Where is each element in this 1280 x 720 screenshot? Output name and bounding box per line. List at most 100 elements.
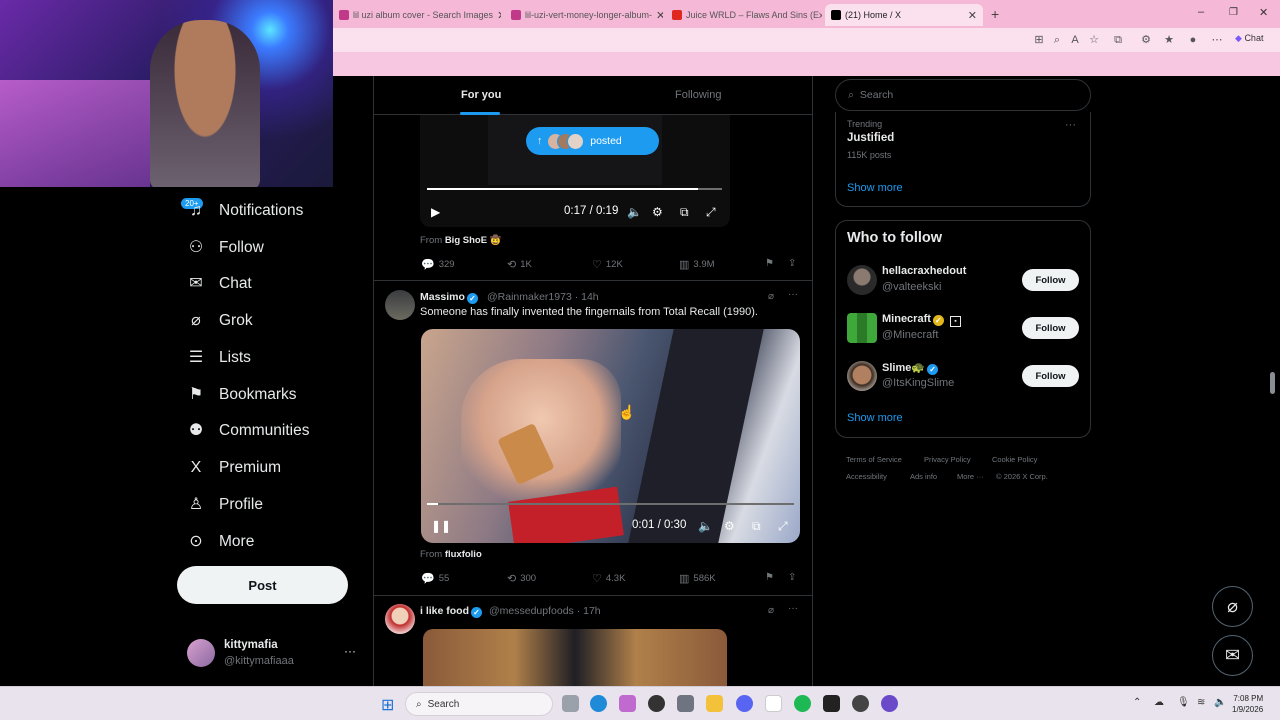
- copilot-icon[interactable]: [619, 695, 636, 712]
- scrollbar-thumb[interactable]: [1270, 372, 1275, 394]
- store-icon[interactable]: [677, 695, 694, 712]
- taskbar-search[interactable]: ⌕ Search: [405, 692, 553, 716]
- bookmark-icon[interactable]: ⚑: [765, 572, 774, 583]
- video-progress-bar[interactable]: [427, 503, 794, 505]
- extensions-icon[interactable]: ⚙: [1139, 33, 1153, 47]
- share-icon[interactable]: ⇪: [788, 258, 796, 269]
- pause-icon[interactable]: ❚❚: [431, 519, 451, 533]
- epic-games-icon[interactable]: [823, 695, 840, 712]
- grok-icon[interactable]: ⌀: [768, 291, 774, 302]
- tab-for-you[interactable]: For you: [461, 89, 501, 101]
- sidebar-item-more[interactable]: ⊙ More: [187, 527, 254, 557]
- post-more-icon[interactable]: ···: [788, 289, 798, 300]
- grok-fab-button[interactable]: ⌀: [1212, 586, 1253, 627]
- volume-icon[interactable]: 🔈: [698, 519, 713, 533]
- reader-icon[interactable]: ⊞: [1032, 33, 1046, 47]
- avatar[interactable]: [847, 361, 877, 391]
- trend-more-icon[interactable]: ···: [1065, 119, 1076, 131]
- copilot-chat-button[interactable]: ◆ Chat: [1235, 33, 1263, 44]
- sidebar-item-chat[interactable]: ✉ Chat: [187, 269, 251, 299]
- reply-button[interactable]: 💬 329: [421, 258, 455, 271]
- app-icon[interactable]: [881, 695, 898, 712]
- footer-link[interactable]: More ···: [957, 472, 984, 481]
- minimize-button[interactable]: –: [1198, 6, 1204, 18]
- app-icon[interactable]: [648, 695, 665, 712]
- speaker-icon[interactable]: 🔈: [1214, 697, 1226, 708]
- favorites-icon[interactable]: ★: [1162, 33, 1176, 47]
- avatar[interactable]: [385, 290, 415, 320]
- views-button[interactable]: ▥ 586K: [679, 572, 716, 585]
- volume-icon[interactable]: 🔈: [627, 205, 642, 219]
- video-source[interactable]: From Big ShoE 🤠: [420, 235, 502, 246]
- messages-fab-button[interactable]: ✉: [1212, 635, 1253, 676]
- like-button[interactable]: ♡ 4.3K: [592, 572, 625, 585]
- close-icon[interactable]: ✕: [968, 9, 977, 22]
- zoom-icon[interactable]: ⌕: [1050, 33, 1064, 47]
- sidebar-item-bookmarks[interactable]: ⚑ Bookmarks: [187, 380, 297, 410]
- pip-icon[interactable]: ⧉: [752, 519, 761, 534]
- read-aloud-icon[interactable]: A: [1068, 33, 1082, 47]
- follow-button[interactable]: Follow: [1022, 269, 1079, 291]
- favorite-star-icon[interactable]: ☆: [1087, 33, 1101, 47]
- suggestion-name[interactable]: Minecraft ✓ ▪: [882, 313, 961, 327]
- post-author[interactable]: Massimo ✓: [420, 291, 478, 304]
- tab-following[interactable]: Following: [675, 89, 721, 101]
- maximize-button[interactable]: ❐: [1229, 7, 1238, 18]
- account-name[interactable]: kittymafia: [224, 639, 278, 651]
- close-icon[interactable]: ✕: [497, 9, 501, 22]
- sidebar-item-profile[interactable]: ♙ Profile: [187, 490, 263, 520]
- post-author[interactable]: i like food ✓: [420, 605, 483, 618]
- menu-icon[interactable]: ⋯: [1210, 33, 1224, 47]
- browser-tab-active[interactable]: (21) Home / X ✕: [825, 4, 983, 26]
- sidebar-item-lists[interactable]: ☰ Lists: [187, 343, 251, 373]
- wifi-icon[interactable]: ≋: [1197, 697, 1205, 708]
- obs-icon[interactable]: [852, 695, 869, 712]
- show-more-link[interactable]: Show more: [847, 182, 903, 194]
- sidebar-item-communities[interactable]: ⚉ Communities: [187, 416, 310, 446]
- onedrive-icon[interactable]: ☁: [1154, 697, 1164, 708]
- sidebar-item-grok[interactable]: ⌀ Grok: [187, 306, 252, 336]
- settings-icon[interactable]: ⚙: [724, 519, 735, 533]
- video-source[interactable]: From fluxfolio: [420, 549, 482, 560]
- account-more-button[interactable]: ···: [344, 644, 356, 658]
- video-player[interactable]: [423, 629, 727, 686]
- follow-button[interactable]: Follow: [1022, 365, 1079, 387]
- tray-chevron-icon[interactable]: ⌃: [1133, 697, 1141, 708]
- share-icon[interactable]: ⇪: [788, 572, 796, 583]
- settings-icon[interactable]: ⚙: [652, 205, 663, 219]
- repost-button[interactable]: ⟲ 300: [507, 572, 536, 585]
- spotify-icon[interactable]: [794, 695, 811, 712]
- fullscreen-icon[interactable]: ⤢: [778, 519, 788, 534]
- avatar[interactable]: [847, 313, 877, 343]
- split-screen-icon[interactable]: ⧉: [1111, 33, 1125, 47]
- file-explorer-icon[interactable]: [706, 695, 723, 712]
- sidebar-item-premium[interactable]: X Premium: [187, 453, 281, 483]
- discord-icon[interactable]: [736, 695, 753, 712]
- profile-icon[interactable]: ●: [1186, 33, 1200, 47]
- suggestion-name[interactable]: Slime🐢 ✓: [882, 361, 939, 375]
- footer-link[interactable]: Privacy Policy: [924, 455, 971, 464]
- sidebar-item-follow[interactable]: ⚇ Follow: [187, 233, 264, 263]
- play-icon[interactable]: ▶: [431, 205, 440, 219]
- avatar[interactable]: [385, 604, 415, 634]
- like-button[interactable]: ♡ 12K: [592, 258, 623, 271]
- task-view-icon[interactable]: [562, 695, 579, 712]
- close-icon[interactable]: ✕: [656, 9, 663, 22]
- footer-link[interactable]: Cookie Policy: [992, 455, 1037, 464]
- reply-button[interactable]: 💬 55: [421, 572, 449, 585]
- follow-button[interactable]: Follow: [1022, 317, 1079, 339]
- grok-icon[interactable]: ⌀: [768, 605, 774, 616]
- close-window-button[interactable]: ✕: [1259, 6, 1268, 19]
- footer-link[interactable]: Accessibility: [846, 472, 887, 481]
- microphone-icon[interactable]: 🎙: [1177, 697, 1190, 708]
- notepad-icon[interactable]: [765, 695, 782, 712]
- avatar[interactable]: [847, 265, 877, 295]
- footer-link[interactable]: Ads info: [910, 472, 937, 481]
- windows-start-icon[interactable]: ⊞: [381, 695, 394, 715]
- browser-tab[interactable]: lil-uzi-vert-money-longer-album- ✕: [505, 4, 663, 26]
- bookmark-icon[interactable]: ⚑: [765, 258, 774, 269]
- clock[interactable]: 7:08 PM 1/9/2026: [1232, 693, 1263, 715]
- suggestion-name[interactable]: hellacraxhedout: [882, 265, 966, 277]
- pip-icon[interactable]: ⧉: [680, 205, 689, 220]
- footer-link[interactable]: Terms of Service: [846, 455, 902, 464]
